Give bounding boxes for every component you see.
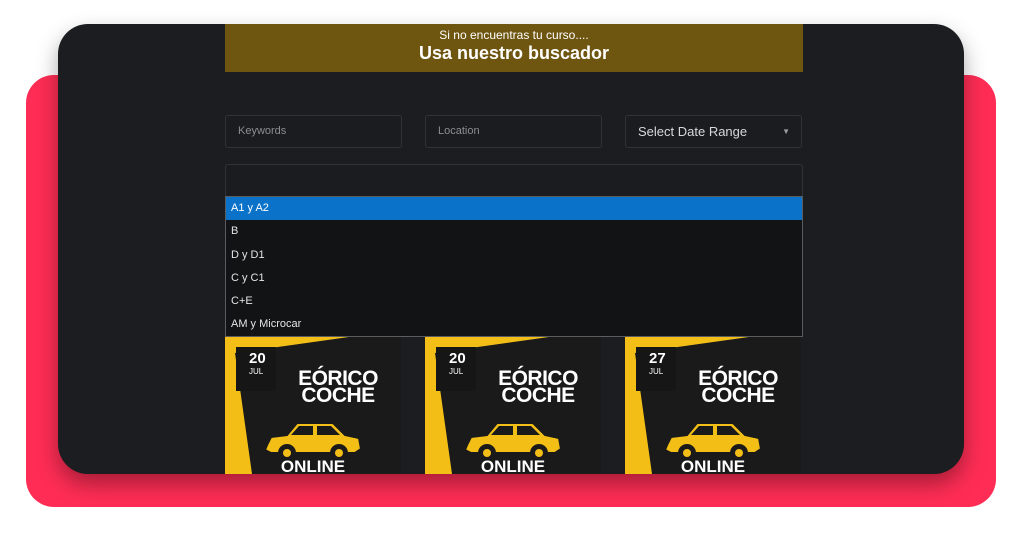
keywords-input[interactable]: Keywords <box>225 115 402 148</box>
course-title: EÓRICO COCHE <box>475 368 601 407</box>
course-card[interactable]: 27 JUL EÓRICO COCHE ONLINE <box>625 337 801 474</box>
location-placeholder: Location <box>438 125 480 137</box>
date-range-select[interactable]: Select Date Range ▼ <box>625 115 802 148</box>
date-badge: 20 JUL <box>436 347 476 391</box>
dropdown-option[interactable]: AM y Microcar <box>226 313 802 336</box>
date-month: JUL <box>249 367 264 376</box>
date-day: 27 <box>649 350 666 367</box>
date-badge: 20 JUL <box>236 347 276 391</box>
dropdown-option[interactable]: D y D1 <box>226 244 802 267</box>
course-mode: ONLINE <box>680 457 746 474</box>
dropdown-option[interactable]: C y C1 <box>226 267 802 290</box>
course-card[interactable]: 20 JUL EÓRICO COCHE ONLINE <box>225 337 401 474</box>
date-range-label: Select Date Range <box>638 124 748 139</box>
course-title: EÓRICO COCHE <box>675 368 801 407</box>
date-badge: 27 JUL <box>636 347 676 391</box>
dropdown-option[interactable]: B <box>226 220 802 243</box>
banner-subtitle: Si no encuentras tu curso.... <box>439 28 589 42</box>
page-window: Si no encuentras tu curso.... Usa nuestr… <box>58 24 964 474</box>
main-content: Si no encuentras tu curso.... Usa nuestr… <box>225 24 803 474</box>
location-input[interactable]: Location <box>425 115 602 148</box>
date-month: JUL <box>449 367 464 376</box>
course-card[interactable]: 20 JUL EÓRICO COCHE ONLINE <box>425 337 601 474</box>
banner-title: Usa nuestro buscador <box>418 43 610 63</box>
course-title-line2: COCHE <box>701 384 775 407</box>
dropdown-option[interactable]: A1 y A2 <box>226 197 802 221</box>
course-title: EÓRICO COCHE <box>275 368 401 407</box>
dropdown-option[interactable]: C+E <box>226 290 802 313</box>
course-mode: ONLINE <box>280 457 346 474</box>
course-title-line2: COCHE <box>501 384 575 407</box>
caret-down-icon: ▼ <box>782 127 790 136</box>
date-day: 20 <box>249 350 266 367</box>
search-banner: Si no encuentras tu curso.... Usa nuestr… <box>225 24 803 72</box>
category-select[interactable] <box>225 164 803 197</box>
date-day: 20 <box>449 350 466 367</box>
course-mode: ONLINE <box>480 457 546 474</box>
category-dropdown-list: A1 y A2 B D y D1 C y C1 C+E AM y Microca… <box>225 196 803 337</box>
keywords-placeholder: Keywords <box>238 125 287 137</box>
date-month: JUL <box>649 367 664 376</box>
course-title-line2: COCHE <box>301 384 375 407</box>
